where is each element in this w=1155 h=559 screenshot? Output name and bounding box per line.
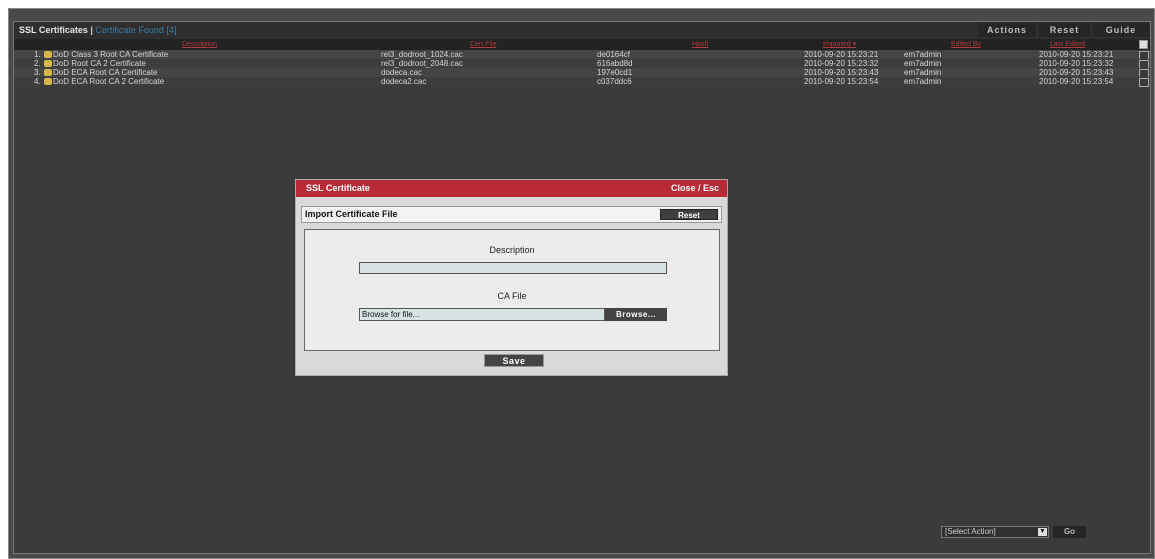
table-row[interactable]: 1. DoD Class 3 Root CA Certificate rel3_…	[14, 50, 1150, 60]
certificate-icon	[44, 51, 52, 58]
description-field[interactable]	[359, 262, 667, 274]
col-last-edited[interactable]: Last Edited	[1050, 39, 1085, 50]
row-hash: 616abd8d	[597, 59, 633, 68]
chevron-down-icon[interactable]: ▼	[1038, 528, 1047, 536]
certificate-icon	[44, 60, 52, 67]
go-button[interactable]: Go	[1053, 526, 1086, 538]
action-select-value: [Select Action]	[945, 527, 996, 536]
description-label: Description	[489, 245, 535, 255]
reset-button[interactable]: Reset	[1039, 23, 1090, 37]
col-imported[interactable]: Imported ▾	[823, 39, 856, 50]
ssl-certificate-modal: SSL Certificate Close / Esc Import Certi…	[295, 179, 728, 376]
row-edited-by: em7admin	[904, 50, 942, 59]
row-edited-by: em7admin	[904, 68, 942, 77]
row-edited-by: em7admin	[904, 59, 942, 68]
col-hash[interactable]: Hash	[692, 39, 708, 50]
certificate-icon	[44, 78, 52, 85]
row-imported: 2010-09-20 15:23:21	[804, 50, 879, 59]
modal-subheader: Import Certificate File Reset	[301, 206, 722, 223]
row-hash: 197e0cd1	[597, 68, 633, 77]
modal-reset-button[interactable]: Reset	[660, 209, 718, 220]
col-description[interactable]: Description	[182, 39, 217, 50]
save-button[interactable]: Save	[484, 354, 544, 367]
action-select[interactable]: [Select Action] ▼	[941, 526, 1049, 538]
ca-file-label: CA File	[497, 291, 527, 301]
row-number: 4.	[34, 77, 41, 86]
actions-button[interactable]: Actions	[978, 23, 1036, 37]
row-description[interactable]: DoD Root CA 2 Certificate	[53, 59, 146, 68]
modal-subtitle: Import Certificate File	[305, 209, 398, 219]
col-edited-by[interactable]: Edited By	[951, 39, 981, 50]
row-imported: 2010-09-20 15:23:43	[804, 68, 879, 77]
row-cert-file: dodeca2.cac	[381, 77, 427, 86]
found-count: Certificate Found [4]	[95, 25, 177, 35]
table-header: Description Cert File Hash Imported ▾ Ed…	[14, 39, 1150, 50]
row-cert-file: rel3_dodroot_1024.cac	[381, 50, 463, 59]
import-form: Description CA File Browse for file... B…	[304, 229, 720, 351]
row-last-edited: 2010-09-20 15:23:43	[1039, 68, 1114, 77]
table-row[interactable]: 3. DoD ECA Root CA Certificate dodeca.ca…	[14, 68, 1150, 78]
col-cert-file[interactable]: Cert File	[470, 39, 496, 50]
table-row[interactable]: 2. DoD Root CA 2 Certificate rel3_dodroo…	[14, 59, 1150, 69]
row-number: 3.	[34, 68, 41, 77]
row-imported: 2010-09-20 15:23:54	[804, 77, 879, 86]
row-hash: de0164cf	[597, 50, 630, 59]
row-cert-file: dodeca.cac	[381, 68, 422, 77]
panel-title-bar: SSL Certificates | Certificate Found [4]…	[14, 22, 1150, 39]
ca-file-input[interactable]: Browse for file...	[359, 308, 605, 321]
certificate-icon	[44, 69, 52, 76]
row-last-edited: 2010-09-20 15:23:54	[1039, 77, 1114, 86]
row-hash: c037ddc6	[597, 77, 632, 86]
row-last-edited: 2010-09-20 15:23:21	[1039, 50, 1114, 59]
row-description[interactable]: DoD ECA Root CA Certificate	[53, 68, 157, 77]
modal-title: SSL Certificate	[306, 183, 370, 193]
row-number: 1.	[34, 50, 41, 59]
row-last-edited: 2010-09-20 15:23:32	[1039, 59, 1114, 68]
row-edited-by: em7admin	[904, 77, 942, 86]
browse-button[interactable]: Browse...	[605, 308, 667, 321]
select-all-checkbox[interactable]	[1139, 40, 1148, 49]
row-checkbox[interactable]	[1139, 78, 1149, 87]
modal-header: SSL Certificate Close / Esc	[296, 180, 727, 197]
table-row[interactable]: 4. DoD ECA Root CA 2 Certificate dodeca2…	[14, 77, 1150, 87]
row-description[interactable]: DoD ECA Root CA 2 Certificate	[53, 77, 164, 86]
row-cert-file: rel3_dodroot_2048.cac	[381, 59, 463, 68]
page-title: SSL Certificates	[19, 25, 88, 35]
guide-button[interactable]: Guide	[1093, 23, 1149, 37]
modal-close-button[interactable]: Close / Esc	[671, 180, 719, 197]
row-imported: 2010-09-20 15:23:32	[804, 59, 879, 68]
row-description[interactable]: DoD Class 3 Root CA Certificate	[53, 50, 168, 59]
row-number: 2.	[34, 59, 41, 68]
